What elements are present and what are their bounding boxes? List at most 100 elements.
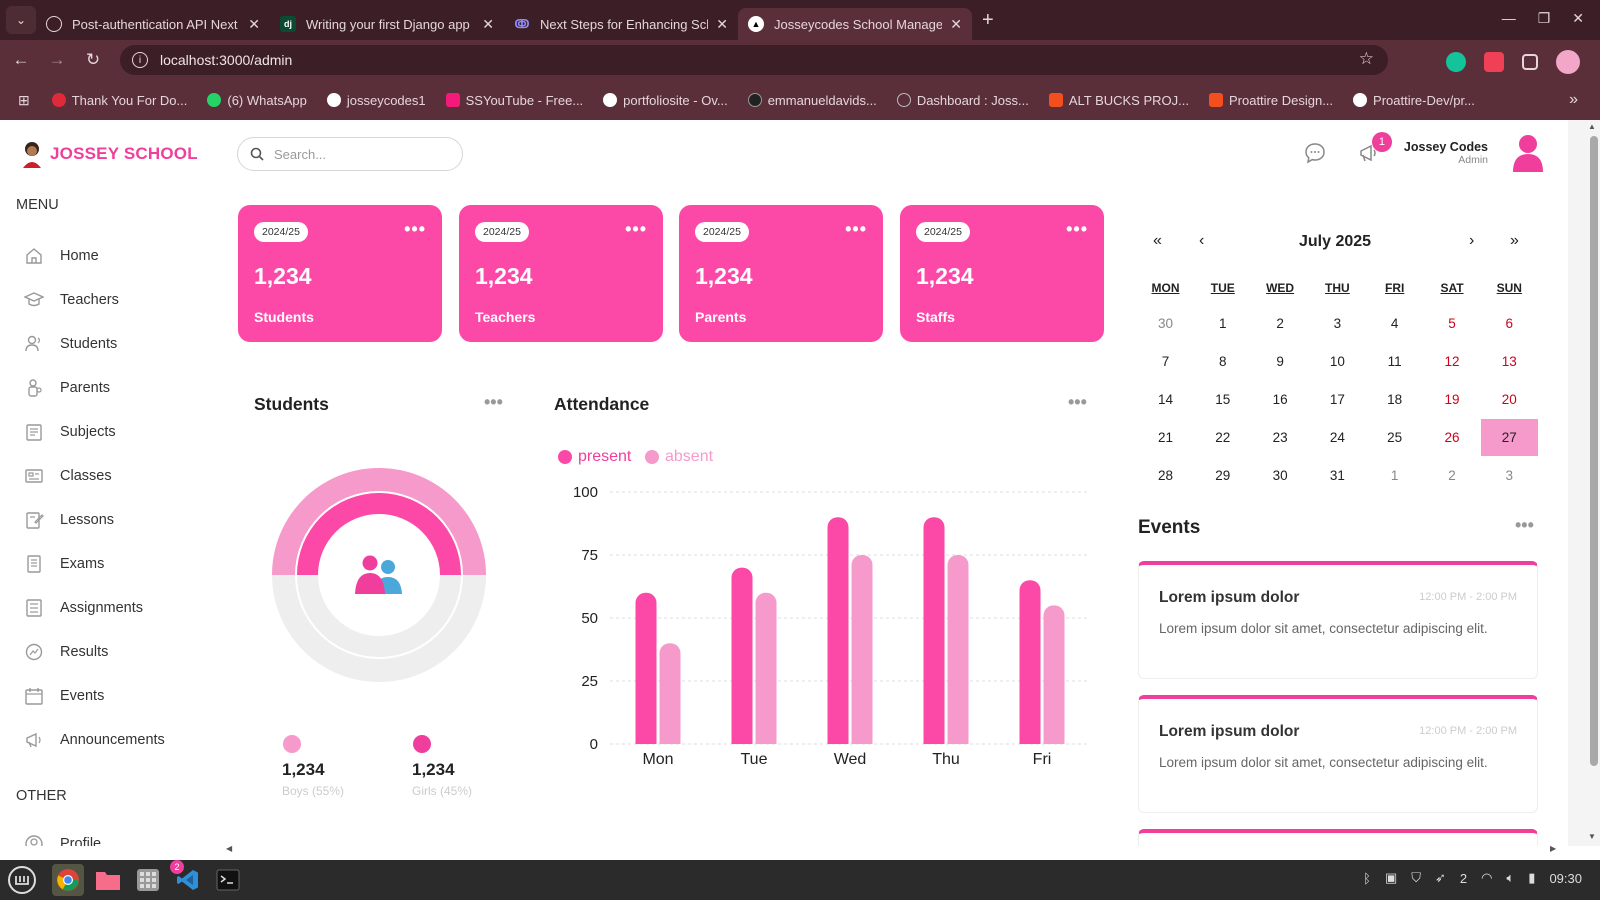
sidebar-item-results[interactable]: Results (24, 642, 108, 662)
puzzle-icon[interactable] (1522, 54, 1538, 70)
event-card-partial[interactable] (1138, 829, 1538, 846)
sidebar-item-parents[interactable]: Parents (24, 378, 110, 398)
sidebar-item-home[interactable]: Home (24, 246, 99, 266)
clock[interactable]: 09:30 (1549, 871, 1582, 886)
more-icon[interactable]: ••• (484, 392, 503, 413)
brand-logo[interactable]: JOSSEY SCHOOL (20, 140, 198, 168)
calendar-day[interactable]: 28 (1137, 457, 1194, 494)
scrollbar-thumb[interactable] (1590, 136, 1598, 766)
calendar-day[interactable]: 14 (1137, 381, 1194, 418)
more-icon[interactable]: ••• (1066, 219, 1088, 240)
message-icon[interactable] (1302, 140, 1328, 166)
calendar-day[interactable]: 5 (1424, 305, 1481, 342)
sidebar-item-subjects[interactable]: Subjects (24, 422, 116, 442)
close-icon[interactable]: ✕ (950, 16, 962, 33)
sidebar-item-profile[interactable]: Profile (24, 834, 101, 846)
vscode-icon[interactable]: 2 (170, 860, 204, 896)
calendar-day[interactable]: 6 (1481, 305, 1538, 342)
search-box[interactable] (237, 137, 463, 171)
calendar-day[interactable]: 27 (1480, 419, 1538, 456)
more-icon[interactable]: ••• (404, 219, 426, 240)
scroll-left-icon[interactable]: ◀ (226, 844, 232, 853)
bookmark[interactable]: portfoliosite - Ov... (603, 93, 728, 108)
chrome-icon[interactable] (52, 864, 84, 896)
files-icon[interactable] (92, 864, 124, 896)
browser-tab[interactable]: dj Writing your first Django app ✕ (270, 8, 504, 40)
calendar-day[interactable]: 26 (1424, 419, 1481, 456)
calendar-day[interactable]: 17 (1309, 381, 1366, 418)
sidebar-item-exams[interactable]: Exams (24, 554, 104, 574)
sidebar-item-lessons[interactable]: Lessons (24, 510, 114, 530)
close-icon[interactable]: ✕ (716, 16, 728, 33)
calendar-day[interactable]: 19 (1424, 381, 1481, 418)
more-icon[interactable]: ••• (845, 219, 867, 240)
sidebar-item-events[interactable]: Events (24, 686, 104, 706)
calendar-day[interactable]: 15 (1194, 381, 1251, 418)
restore-icon[interactable]: ❐ (1538, 10, 1551, 27)
more-icon[interactable]: ••• (625, 219, 647, 240)
profile-avatar-icon[interactable] (1556, 50, 1580, 74)
bluetooth-icon[interactable]: ᛒ (1363, 871, 1371, 886)
user-info[interactable]: Jossey Codes Admin (1404, 140, 1488, 166)
calendar-day[interactable]: 18 (1366, 381, 1423, 418)
sidebar-item-teachers[interactable]: Teachers (24, 290, 119, 310)
calendar-day[interactable]: 10 (1309, 343, 1366, 380)
prev-month-button[interactable]: ‹ (1199, 232, 1204, 250)
shield-icon[interactable]: ⛉ (1411, 870, 1421, 886)
event-card[interactable]: Lorem ipsum dolor 12:00 PM - 2:00 PM Lor… (1138, 695, 1538, 813)
battery-icon[interactable]: ▮ (1528, 870, 1535, 886)
calendar-day[interactable]: 7 (1137, 343, 1194, 380)
bookmark[interactable]: Dashboard : Joss... (896, 93, 1029, 108)
new-tab-button[interactable]: + (982, 9, 994, 32)
calendar-day[interactable]: 31 (1309, 457, 1366, 494)
calendar-day[interactable]: 11 (1366, 343, 1423, 380)
close-window-icon[interactable]: ✕ (1572, 10, 1584, 27)
calendar-day[interactable]: 22 (1194, 419, 1251, 456)
info-icon[interactable]: i (132, 52, 148, 68)
reload-icon[interactable]: ↻ (78, 50, 108, 70)
calendar-day[interactable]: 29 (1194, 457, 1251, 494)
calendar-day[interactable]: 3 (1309, 305, 1366, 342)
wifi-icon[interactable]: ◠ (1481, 870, 1492, 886)
apps-grid-icon[interactable]: ⊞ (18, 92, 30, 109)
vertical-scrollbar[interactable]: ▲ ▼ (1568, 120, 1600, 846)
calendar-day[interactable]: 3 (1481, 457, 1538, 494)
browser-tab-active[interactable]: ▲ Josseycodes School Manager ✕ (738, 8, 972, 40)
calendar-day[interactable]: 1 (1366, 457, 1423, 494)
mint-menu-icon[interactable] (6, 864, 38, 896)
next-year-button[interactable]: » (1510, 232, 1519, 250)
scroll-right-icon[interactable]: ▶ (1550, 844, 1556, 853)
volume-icon[interactable]: 🔈︎ (1506, 870, 1514, 886)
next-month-button[interactable]: › (1469, 232, 1474, 250)
sidebar-item-students[interactable]: Students (24, 334, 117, 354)
search-input[interactable] (274, 146, 444, 162)
calendar-day[interactable]: 21 (1137, 419, 1194, 456)
browser-tab[interactable]: Post-authentication API Next ✕ (36, 8, 270, 40)
apps-icon[interactable] (132, 864, 164, 896)
bookmark[interactable]: Thank You For Do... (51, 93, 187, 108)
calendar-day[interactable]: 2 (1252, 305, 1309, 342)
bookmark[interactable]: Proattire Design... (1208, 93, 1333, 108)
sidebar-item-assignments[interactable]: Assignments (24, 598, 143, 618)
calendar-day[interactable]: 25 (1366, 419, 1423, 456)
calendar-day[interactable]: 12 (1424, 343, 1481, 380)
calendar-day[interactable]: 23 (1252, 419, 1309, 456)
bookmark[interactable]: (6) WhatsApp (207, 93, 307, 108)
scroll-up-icon[interactable]: ▲ (1588, 122, 1596, 131)
clipboard-icon[interactable]: ▣ (1385, 870, 1397, 886)
bookmark-star-icon[interactable]: ☆ (1359, 49, 1374, 69)
bookmark[interactable]: josseycodes1 (326, 93, 426, 108)
pocket-icon[interactable] (1484, 52, 1504, 72)
calendar-day[interactable]: 24 (1309, 419, 1366, 456)
terminal-icon[interactable] (212, 864, 244, 896)
close-icon[interactable]: ✕ (248, 16, 260, 33)
browser-tab[interactable]: ↂ Next Steps for Enhancing Sch ✕ (504, 8, 738, 40)
prev-year-button[interactable]: « (1153, 232, 1162, 250)
more-icon[interactable]: ••• (1515, 515, 1534, 536)
calendar-day[interactable]: 30 (1252, 457, 1309, 494)
back-icon[interactable]: ← (6, 50, 36, 70)
grammarly-icon[interactable] (1446, 52, 1466, 72)
scroll-down-icon[interactable]: ▼ (1588, 832, 1596, 841)
minimize-icon[interactable]: — (1502, 10, 1516, 27)
calendar-day[interactable]: 13 (1481, 343, 1538, 380)
